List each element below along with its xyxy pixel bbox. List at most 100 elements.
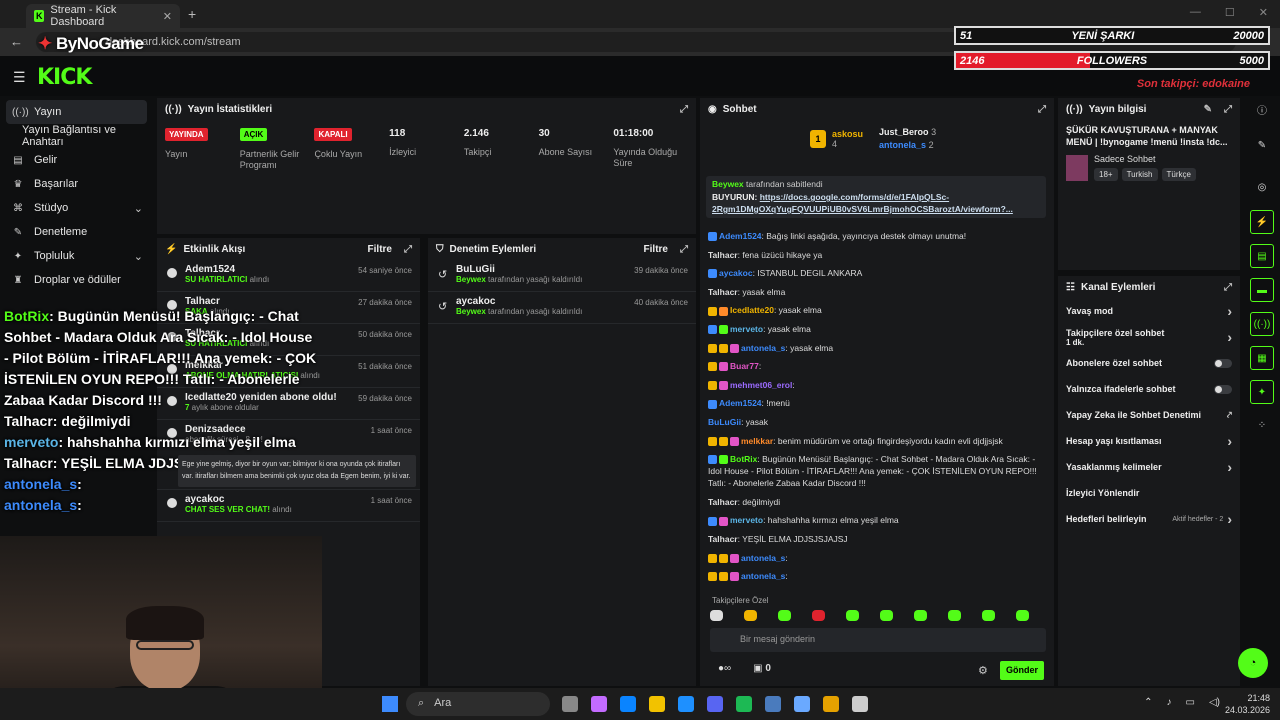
sidebar-item[interactable]: ▤ Gelir [0, 148, 155, 172]
chat-username[interactable]: BuLuGii [708, 417, 741, 427]
sidebar-item[interactable]: ♛ Başarılar [0, 172, 155, 196]
tag-chip[interactable]: Turkish [1121, 168, 1158, 181]
chat-username[interactable]: Talhacr [708, 287, 738, 297]
sidebar-item[interactable]: ✦ Topluluk ⌄ [0, 244, 155, 268]
action-control[interactable]: › [1227, 329, 1232, 345]
mic-icon[interactable]: ♪ [1167, 697, 1172, 708]
taskbar-app-icon[interactable] [707, 696, 723, 712]
popout-icon[interactable]: ⤢ [1224, 282, 1232, 293]
popout-icon[interactable]: ⤢ [404, 244, 412, 255]
store-icon[interactable]: ▦ [1250, 346, 1274, 370]
doc-icon[interactable]: ▤ [1250, 244, 1274, 268]
popout-icon[interactable]: ⤢ [680, 104, 688, 115]
clip-icon[interactable]: ◎ [1250, 176, 1274, 200]
action-control[interactable]: Aktif hedefler - 2 › [1172, 511, 1232, 527]
emote-icon[interactable] [744, 610, 757, 621]
chat-username[interactable]: antonela_s [741, 553, 785, 563]
minimize-icon[interactable]: — [1190, 6, 1201, 19]
emote-icon[interactable] [914, 610, 927, 621]
help-chat-button[interactable]: ◔ [1238, 648, 1268, 678]
emote-icon[interactable] [846, 610, 859, 621]
volume-icon[interactable]: ◁) [1209, 697, 1220, 708]
chevron-down-icon[interactable]: ⌄ [134, 202, 143, 215]
filter-button[interactable]: Filtre [644, 244, 668, 255]
new-tab-button[interactable]: + [188, 6, 196, 22]
channel-action[interactable]: Yapay Zeka ile Sohbet Denetimi ⤤ [1058, 402, 1240, 428]
browser-tab[interactable]: K Stream - Kick Dashboard ✕ [26, 4, 180, 28]
channel-action[interactable]: Hesap yaşı kısıtlaması › [1058, 428, 1240, 454]
taskbar-app-icon[interactable] [649, 696, 665, 712]
chevron-down-icon[interactable]: ⌄ [134, 250, 143, 263]
emote-icon[interactable] [812, 610, 825, 621]
chat-username[interactable]: Adem1524 [719, 398, 762, 408]
network-icon[interactable]: ▭ [1186, 697, 1195, 708]
chat-username[interactable]: merveto [730, 324, 763, 334]
chat-username[interactable]: aycakoc [719, 268, 753, 278]
toggle-switch[interactable] [1214, 358, 1232, 368]
popout-icon[interactable]: ⤢ [680, 244, 688, 255]
channel-action[interactable]: İzleyici Yönlendir [1058, 480, 1240, 506]
toggle-switch[interactable] [1214, 384, 1232, 394]
chat-input[interactable]: Bir mesaj gönderin [710, 628, 1046, 652]
flash-icon[interactable]: ⚡ [1250, 210, 1274, 234]
broadcast-icon[interactable]: ((·)) [1250, 312, 1274, 336]
emote-icon[interactable] [778, 610, 791, 621]
popout-icon[interactable]: ⤢ [1038, 104, 1046, 115]
sidebar-item[interactable]: ⌘ Stüdyo ⌄ [0, 196, 155, 220]
clock[interactable]: 21:48 24.03.2026 [1225, 692, 1270, 716]
chat-bubble-icon[interactable]: ▬ [1250, 278, 1274, 302]
taskbar-app-icon[interactable] [620, 696, 636, 712]
filter-button[interactable]: Filtre [368, 244, 392, 255]
points-icon[interactable]: ●∞ [718, 663, 731, 674]
taskbar-app-icon[interactable] [736, 696, 752, 712]
moderation-item[interactable]: ↺ aycakoc Beywex tarafından yasağı kaldırı… [428, 292, 696, 324]
emote-icon[interactable] [948, 610, 961, 621]
chat-username[interactable]: melkkar [741, 436, 773, 446]
sidebar-item[interactable]: ♜ Droplar ve ödüller [0, 268, 155, 292]
edit-icon[interactable]: ✎ [1250, 134, 1274, 158]
emote-icon[interactable] [710, 610, 723, 621]
sidebar-item[interactable]: Yayın Bağlantısı ve Anahtarı [0, 124, 155, 148]
channel-action[interactable]: Abonelere özel sohbet [1058, 350, 1240, 376]
wrench-icon[interactable]: ✦ [1250, 380, 1274, 404]
taskbar-app-icon[interactable] [765, 696, 781, 712]
sidebar-item[interactable]: ✎ Denetleme [0, 220, 155, 244]
emote-icon[interactable] [1016, 610, 1029, 621]
activity-item[interactable]: Adem1524 SU HATIRLATICI alındı 54 saniye ö… [157, 260, 420, 292]
action-control[interactable]: › [1227, 459, 1232, 475]
edit-icon[interactable]: ✎ [1204, 104, 1212, 115]
channel-action[interactable]: Yavaş mod › [1058, 298, 1240, 324]
chat-username[interactable]: Talhacr [708, 497, 738, 507]
chat-username[interactable]: Adem1524 [719, 231, 762, 241]
tag-chip[interactable]: Türkçe [1161, 168, 1196, 181]
chat-username[interactable]: Talhacr [708, 534, 738, 544]
emote-icon[interactable] [982, 610, 995, 621]
tag-chip[interactable]: 18+ [1094, 168, 1118, 181]
chat-username[interactable]: BotRix [730, 454, 757, 464]
close-tab-icon[interactable]: ✕ [163, 10, 172, 23]
people-icon[interactable]: ⁘ [1250, 414, 1274, 438]
action-control[interactable]: › [1227, 303, 1232, 319]
popout-icon[interactable]: ⤢ [1224, 104, 1232, 115]
pinned-message[interactable]: Beywex tarafından sabitlendi BUYURUN: ht… [706, 176, 1046, 218]
taskbar-app-icon[interactable] [678, 696, 694, 712]
channel-action[interactable]: Takipçilere özel sohbet 1 dk. › [1058, 324, 1240, 350]
taskbar-search[interactable]: ⌕ Ara [406, 692, 550, 716]
emote-icon[interactable] [880, 610, 893, 621]
chevron-up-icon[interactable]: ⌃ [1144, 697, 1152, 708]
info-icon[interactable]: ⓘ [1250, 100, 1274, 124]
taskbar-app-icon[interactable] [823, 696, 839, 712]
send-button[interactable]: Gönder [1000, 661, 1044, 680]
channel-action[interactable]: Yasaklanmış kelimeler › [1058, 454, 1240, 480]
chat-username[interactable]: Icedlatte20 [730, 305, 774, 315]
action-control[interactable] [1214, 358, 1232, 368]
taskbar-app-icon[interactable] [794, 696, 810, 712]
chat-username[interactable]: mehmet06_erol [730, 380, 792, 390]
taskbar-app-icon[interactable] [852, 696, 868, 712]
taskbar-app-icon[interactable] [562, 696, 578, 712]
channel-action[interactable]: Hedefleri belirleyin Aktif hedefler - 2 › [1058, 506, 1240, 532]
menu-icon[interactable]: ☰ [13, 69, 26, 86]
chat-username[interactable]: antonela_s [741, 571, 785, 581]
channel-action[interactable]: Yalnızca ifadelerle sohbet [1058, 376, 1240, 402]
taskbar-app-icon[interactable] [591, 696, 607, 712]
